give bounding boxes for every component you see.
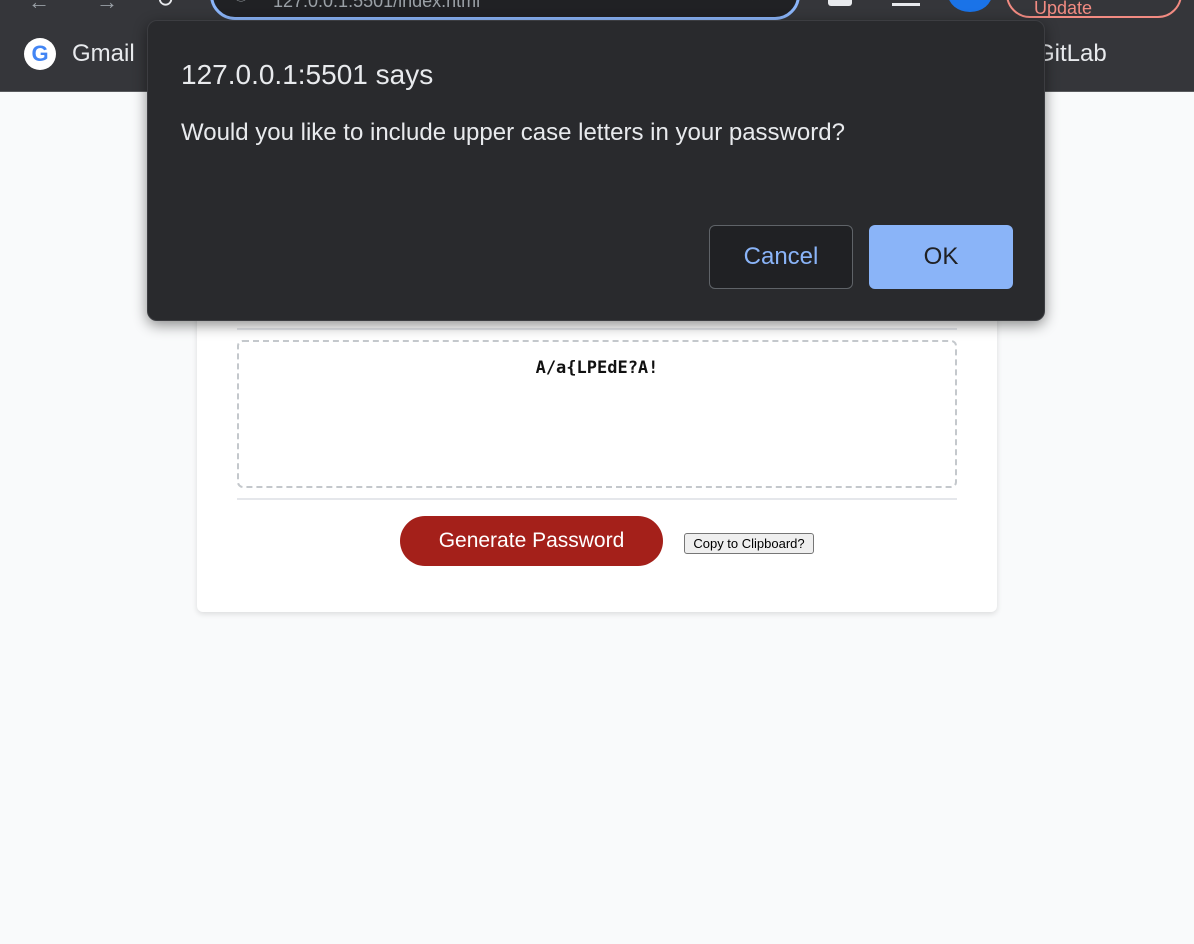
reload-icon[interactable]: ↻	[156, 0, 180, 11]
copy-to-clipboard-button[interactable]: Copy to Clipboard?	[684, 533, 814, 554]
google-icon: G	[24, 38, 56, 70]
side-panel-icon[interactable]	[892, 0, 920, 6]
profile-avatar[interactable]	[948, 0, 992, 12]
address-bar-text[interactable]: 127.0.0.1:5501/index.html	[273, 0, 480, 12]
dialog-message: Would you like to include upper case let…	[181, 119, 845, 146]
forward-icon[interactable]: →	[96, 0, 118, 13]
dialog-title: 127.0.0.1:5501 says	[181, 59, 434, 90]
ok-button[interactable]: OK	[869, 225, 1013, 289]
divider	[237, 498, 957, 500]
password-output[interactable]: A/a{LPEdE?A!	[237, 340, 957, 488]
back-icon[interactable]: ←	[28, 0, 50, 13]
bookmark-label: GitLab	[1036, 40, 1107, 67]
alert-dialog: 127.0.0.1:5501 says Would you like to in…	[147, 20, 1045, 321]
browser-toolbar: ← → ↻ ⓘ 127.0.0.1:5501/index.html ⚿ ☐ ☆ …	[0, 0, 1194, 20]
divider	[237, 328, 957, 330]
extensions-icon[interactable]	[828, 0, 852, 6]
address-bar[interactable]: ⓘ 127.0.0.1:5501/index.html ⚿ ☐ ☆	[210, 0, 800, 20]
star-icon[interactable]: ☆	[749, 0, 769, 4]
site-info-icon[interactable]: ⓘ	[233, 0, 253, 4]
generate-password-button[interactable]: Generate Password	[400, 516, 663, 566]
key-icon[interactable]: ⚿	[633, 0, 653, 4]
share-icon[interactable]: ☐	[687, 0, 707, 4]
bookmark-gitlab[interactable]: GitLab	[1036, 38, 1107, 70]
cancel-button[interactable]: Cancel	[709, 225, 853, 289]
password-text: A/a{LPEdE?A!	[535, 358, 659, 378]
bookmark-label: Gmail	[72, 40, 135, 67]
bookmark-gmail[interactable]: G Gmail	[24, 38, 135, 70]
update-button[interactable]: Update	[1006, 0, 1182, 18]
